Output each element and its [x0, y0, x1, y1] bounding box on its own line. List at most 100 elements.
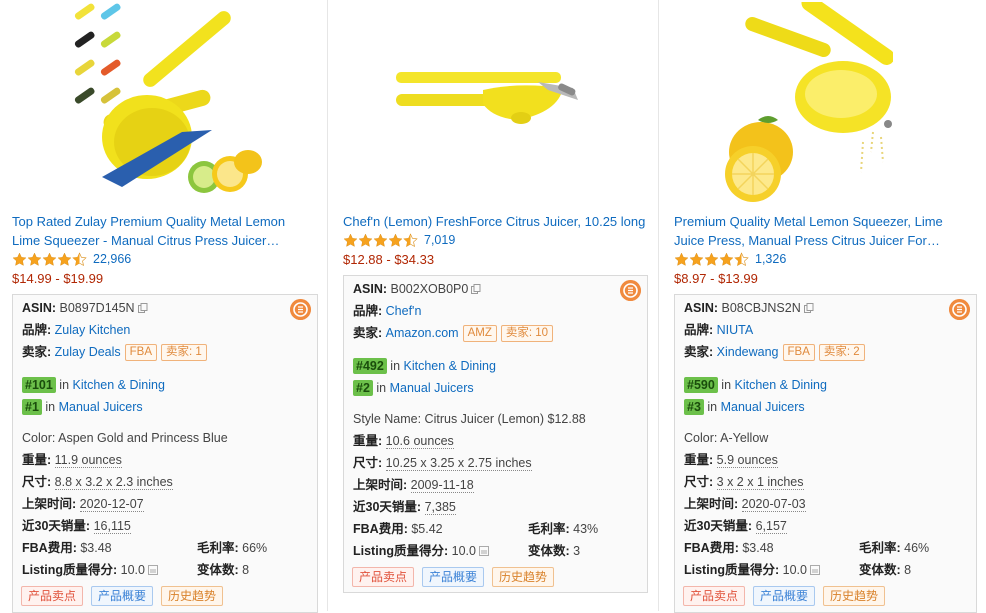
product-column: Top Rated Zulay Premium Quality Metal Le…: [0, 0, 327, 613]
sales-value: 16,115: [93, 519, 131, 534]
seller-link[interactable]: Amazon.com: [386, 326, 459, 340]
asin-value[interactable]: B0897D145N: [60, 301, 135, 315]
brand-label: 品牌:: [684, 323, 714, 337]
selling-points-button[interactable]: 产品卖点: [21, 586, 84, 606]
margin-value: 43%: [573, 522, 599, 536]
history-trend-button[interactable]: 历史趋势: [492, 567, 555, 587]
star-icon: [57, 252, 72, 266]
plugin-logo-icon[interactable]: [949, 299, 970, 320]
star-icon: [719, 252, 734, 266]
copy-icon[interactable]: [471, 284, 481, 294]
variants-label: 变体数:: [528, 544, 570, 558]
product-title-link[interactable]: Premium Quality Metal Lemon Squeezer, Li…: [674, 214, 943, 248]
product-column: Premium Quality Metal Lemon Squeezer, Li…: [659, 0, 986, 613]
star-icon: [373, 233, 388, 247]
price-range: $14.99 - $19.99: [12, 271, 104, 286]
product-column: Chef'n (Lemon) FreshForce Citrus Juicer,…: [328, 0, 658, 611]
size-value: 10.25 x 3.25 x 2.75 inches: [385, 456, 532, 471]
sales-label: 近30天销量:: [684, 519, 753, 533]
seller-link[interactable]: Zulay Deals: [55, 345, 121, 359]
rating-count[interactable]: 1,326: [755, 252, 786, 266]
variants-value: 8: [904, 563, 912, 577]
info-icon[interactable]: [478, 546, 489, 556]
margin-label: 毛利率:: [859, 541, 901, 555]
half-star-icon: [72, 251, 87, 266]
selling-points-button[interactable]: 产品卖点: [352, 567, 415, 587]
price-range: $8.97 - $13.99: [674, 271, 758, 286]
listing-score-value: 10.0: [120, 563, 145, 577]
rank-badge: #1: [22, 399, 42, 415]
date-value: 2020-12-07: [79, 497, 144, 512]
margin-value: 46%: [904, 541, 930, 555]
selling-points-button[interactable]: 产品卖点: [683, 586, 746, 606]
seller-label: 卖家:: [353, 326, 383, 340]
variants-label: 变体数:: [859, 563, 901, 577]
copy-icon[interactable]: [803, 303, 814, 313]
rank-category-link[interactable]: Manual Juicers: [390, 381, 474, 395]
rank-category-link[interactable]: Kitchen & Dining: [404, 359, 496, 373]
product-summary-button[interactable]: 产品概要: [422, 567, 485, 587]
product-image[interactable]: [388, 60, 598, 140]
size-value: 8.8 x 3.2 x 2.3 inches: [54, 475, 173, 490]
date-value: 2020-07-03: [741, 497, 806, 512]
weight-label: 重量:: [22, 453, 52, 467]
star-icon: [388, 233, 403, 247]
fulfillment-badge: FBA: [782, 344, 815, 361]
product-summary-button[interactable]: 产品概要: [91, 586, 154, 606]
plugin-logo-icon[interactable]: [290, 299, 311, 320]
rank-category-link[interactable]: Manual Juicers: [721, 400, 805, 414]
seller-count-badge[interactable]: 卖家: 10: [500, 325, 554, 342]
variants-label: 变体数:: [197, 563, 239, 577]
rank-category-link[interactable]: Kitchen & Dining: [735, 378, 827, 392]
copy-icon[interactable]: [137, 303, 148, 313]
star-icon: [674, 252, 689, 266]
star-icon: [42, 252, 57, 266]
rank-badge: #492: [353, 358, 387, 374]
rank-badge: #590: [684, 377, 718, 393]
brand-link[interactable]: Chef'n: [386, 304, 422, 318]
weight-value: 11.9 ounces: [54, 453, 122, 468]
seller-link[interactable]: Xindewang: [717, 345, 779, 359]
product-image[interactable]: [62, 2, 272, 200]
rating-count[interactable]: 7,019: [424, 233, 455, 247]
star-icon: [358, 233, 373, 247]
history-trend-button[interactable]: 历史趋势: [823, 586, 886, 606]
price-range: $12.88 - $34.33: [343, 252, 435, 267]
rank-category-link[interactable]: Manual Juicers: [59, 400, 143, 414]
seller-label: 卖家:: [684, 345, 714, 359]
fulfillment-badge: AMZ: [462, 325, 497, 342]
star-icon: [12, 252, 27, 266]
size-label: 尺寸:: [353, 456, 383, 470]
seller-count-badge[interactable]: 卖家: 1: [161, 344, 207, 361]
color-variants-thumbnails: [74, 3, 121, 104]
info-icon[interactable]: [809, 565, 820, 575]
product-title-link[interactable]: Top Rated Zulay Premium Quality Metal Le…: [12, 214, 285, 248]
product-info-card: ASIN: B002XOB0P0 品牌: Chef'n 卖家: Amazon.c…: [343, 275, 648, 593]
margin-value: 66%: [242, 541, 268, 555]
asin-value[interactable]: B002XOB0P0: [391, 282, 469, 296]
listing-score-label: Listing质量得分:: [353, 544, 449, 558]
brand-link[interactable]: NIUTA: [717, 323, 754, 337]
product-summary-button[interactable]: 产品概要: [753, 586, 816, 606]
brand-label: 品牌:: [353, 304, 383, 318]
rank-in-text: in: [721, 378, 732, 392]
fba-value: $5.42: [411, 522, 443, 536]
history-trend-button[interactable]: 历史趋势: [161, 586, 224, 606]
plugin-logo-icon[interactable]: [620, 280, 641, 301]
half-star-icon: [734, 251, 749, 266]
asin-value[interactable]: B08CBJNS2N: [722, 301, 801, 315]
date-value: 2009-11-18: [410, 478, 474, 493]
fba-label: FBA费用:: [22, 541, 77, 555]
product-title-link[interactable]: Chef'n (Lemon) FreshForce Citrus Juicer,…: [343, 214, 645, 229]
star-icon: [27, 252, 42, 266]
info-icon[interactable]: [147, 565, 158, 575]
sales-label: 近30天销量:: [22, 519, 91, 533]
rank-badge: #2: [353, 380, 373, 396]
date-label: 上架时间:: [22, 497, 77, 511]
seller-count-badge[interactable]: 卖家: 2: [818, 344, 865, 361]
variant-text: Color: Aspen Gold and Princess Blue: [22, 431, 228, 445]
product-image[interactable]: [723, 2, 893, 202]
brand-link[interactable]: Zulay Kitchen: [55, 323, 131, 337]
rating-count[interactable]: 22,966: [93, 252, 131, 266]
rank-category-link[interactable]: Kitchen & Dining: [73, 378, 165, 392]
